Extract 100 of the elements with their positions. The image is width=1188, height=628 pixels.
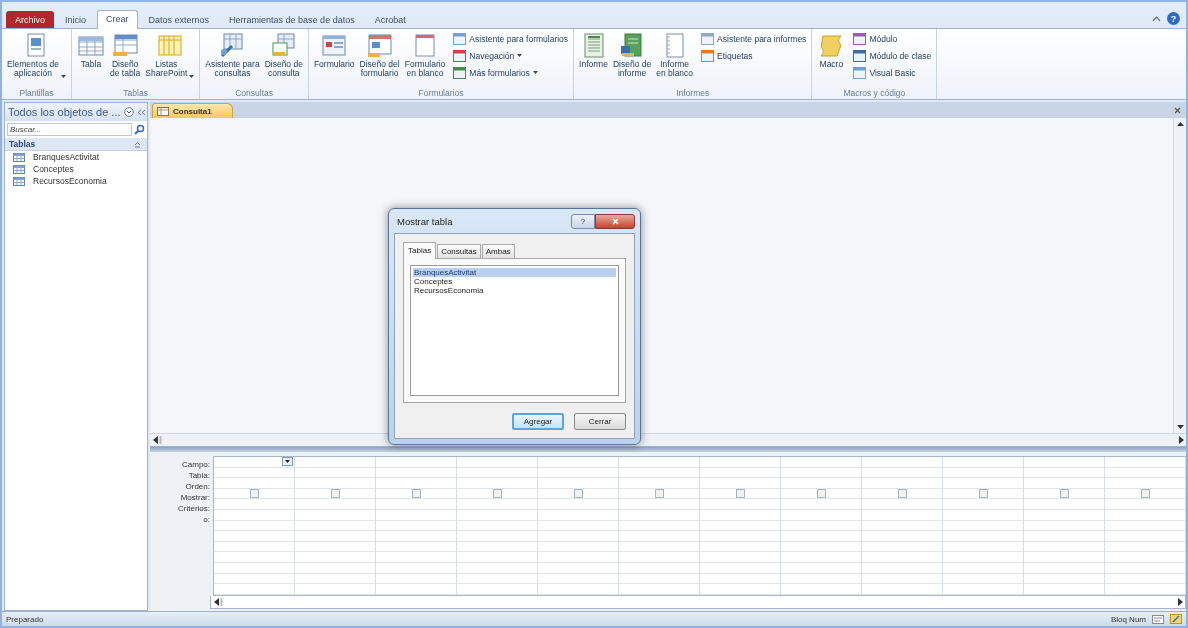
show-checkbox[interactable] (735, 489, 745, 499)
document-tab[interactable]: Consulta1 (152, 103, 233, 118)
close-icon (1174, 106, 1181, 114)
collapse-icon (134, 140, 141, 148)
dialog-tab[interactable]: Consultas (437, 244, 481, 258)
ribbon-button[interactable]: Tabla (75, 31, 107, 88)
ribbon-button[interactable]: Asistente para informes (699, 31, 809, 46)
close-button[interactable] (595, 213, 635, 229)
caret-icon (285, 460, 290, 463)
search-icon (134, 124, 145, 135)
group-title: Macros y código (842, 88, 907, 99)
ribbon-button[interactable]: Diseño de informe (610, 31, 654, 88)
ribbon-button[interactable]: Macro (815, 31, 848, 88)
ribbon-tab[interactable]: Archivo (6, 11, 54, 28)
status-text: Bloq Num (1110, 614, 1146, 624)
search-field[interactable]: Buscar... (7, 123, 132, 136)
show-checkbox[interactable] (897, 489, 907, 499)
ribbon-button[interactable]: Más formularios (451, 65, 571, 80)
caret-icon (532, 71, 538, 74)
collapse-chevron-icon (136, 108, 146, 116)
caret-icon (189, 75, 195, 78)
show-checkbox[interactable] (978, 489, 988, 499)
ribbon-tab[interactable]: Crear (97, 10, 138, 29)
ribbon-tab[interactable]: Acrobat (365, 11, 415, 28)
show-checkbox[interactable] (654, 489, 664, 499)
list-item[interactable]: BranquesActivitat (413, 268, 616, 277)
ribbon-button[interactable]: Módulo (851, 31, 934, 46)
table-icon (13, 152, 25, 162)
ribbon-button[interactable]: Diseño de tabla (108, 31, 143, 88)
ribbon-button[interactable]: Navegación (451, 48, 571, 63)
help-button[interactable]: ? (571, 213, 595, 229)
table-design-icon (111, 32, 140, 58)
pane-title: Todos los objetos de ... (8, 106, 121, 118)
show-checkbox[interactable] (1140, 489, 1150, 499)
window-icon (701, 32, 715, 45)
dialog-button[interactable]: Agregar (512, 413, 564, 430)
list-item[interactable]: RecursosEconomia (413, 286, 616, 295)
ribbon-button[interactable]: Informe en blanco (654, 31, 696, 88)
table-list[interactable]: BranquesActivitat Conceptes RecursosEconomia (410, 265, 619, 396)
dialog-title: Mostrar tabla (396, 215, 454, 227)
ribbon-button[interactable]: Listas SharePoint (143, 31, 197, 88)
show-checkbox[interactable] (411, 489, 421, 499)
show-checkbox[interactable] (1059, 489, 1069, 499)
sql-view-icon (1152, 614, 1164, 624)
status-text: Preparado (6, 614, 44, 624)
table-item[interactable]: BranquesActivitat (5, 151, 147, 163)
row-label: Orden: (185, 481, 210, 492)
dialog-tab[interactable]: Tablas (403, 242, 437, 259)
show-checkbox[interactable] (249, 489, 259, 499)
vertical-scrollbar[interactable] (1173, 118, 1186, 433)
dialog-tab[interactable]: Ambas (481, 244, 515, 258)
show-checkbox[interactable] (573, 489, 583, 499)
window-icon (701, 49, 715, 62)
table-icon (13, 164, 25, 174)
ribbon-button[interactable]: Asistente para formularios (451, 31, 571, 46)
form-design-icon (365, 32, 394, 58)
ribbon-button[interactable]: Asistente para consultas (203, 31, 262, 88)
row-label: Tabla: (188, 470, 210, 481)
arrow-down-icon (1176, 425, 1184, 429)
query-design-icon (269, 32, 298, 58)
ribbon-button[interactable]: Visual Basic (851, 65, 934, 80)
list-item[interactable]: Conceptes (413, 277, 616, 286)
group-title: Formularios (417, 88, 465, 99)
ribbon-button[interactable]: Diseño de consulta (262, 31, 305, 88)
show-checkbox[interactable] (492, 489, 502, 499)
columns-icon (155, 32, 184, 58)
form-icon (320, 32, 349, 58)
horizontal-scrollbar[interactable] (210, 596, 1186, 609)
show-checkbox[interactable] (330, 489, 340, 499)
dropdown-circle-icon (123, 107, 134, 117)
table-item[interactable]: RecursosEconomia (5, 175, 147, 187)
design-view-icon (1170, 614, 1182, 624)
window-icon (453, 49, 467, 62)
ribbon-collapse-icon (1152, 15, 1161, 22)
show-checkbox[interactable] (816, 489, 826, 499)
splitter-bar[interactable] (150, 447, 1186, 452)
ribbon-button[interactable]: Formulario (311, 31, 357, 88)
arrow-right-icon (1175, 597, 1185, 607)
caret-icon (517, 54, 523, 57)
window-icon (453, 66, 467, 79)
ribbon-button[interactable]: Elementos de aplicación (5, 31, 68, 88)
help-button[interactable]: ? (1167, 12, 1180, 25)
section-header[interactable]: Tablas (5, 138, 147, 151)
caret-icon (61, 75, 66, 78)
ribbon-button[interactable]: Diseño del formulario (357, 31, 402, 88)
ribbon-button[interactable]: Informe (577, 31, 610, 88)
dropdown-button[interactable] (282, 457, 293, 466)
ribbon-button[interactable]: Formulario en blanco (402, 31, 448, 88)
ribbon-button[interactable]: Módulo de clase (851, 48, 934, 63)
ribbon-tab[interactable]: Datos externos (139, 11, 219, 28)
row-label: Mostrar: (180, 492, 210, 503)
ribbon-button[interactable]: Etiquetas (699, 48, 809, 63)
ribbon-tab[interactable]: Inicio (56, 11, 96, 28)
table-item[interactable]: Conceptes (5, 163, 147, 175)
group-title: Tablas (122, 88, 149, 99)
row-label: Campo: (182, 459, 210, 470)
dialog-button[interactable]: Cerrar (574, 413, 626, 430)
ribbon-tab[interactable]: Herramientas de base de datos (220, 11, 364, 28)
row-label: Criterios: (178, 503, 210, 514)
window-icon (853, 66, 867, 79)
